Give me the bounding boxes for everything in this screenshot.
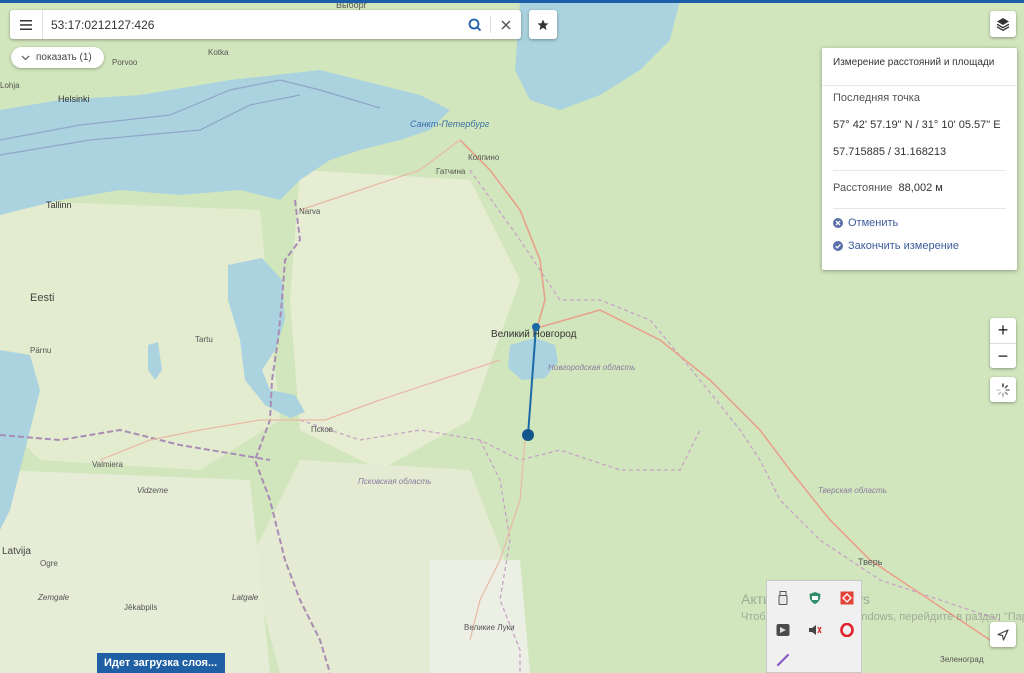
last-point-decimal: 57.715885 / 31.168213 <box>833 146 947 158</box>
label-gatchina: Гатчина <box>436 167 466 176</box>
layer-loading-status: Идет загрузка слоя... <box>97 653 225 673</box>
layers-button[interactable] <box>990 11 1016 37</box>
zoom-out-button[interactable]: − <box>990 344 1016 369</box>
label-kolpino: Колпино <box>468 153 500 162</box>
label-pskov: Псков <box>311 425 333 434</box>
last-point-dms: 57° 42' 57.19" N / 31° 10' 05.57" E <box>833 119 1001 131</box>
label-tver: Тверь <box>858 557 883 567</box>
tray-app-icon[interactable] <box>772 619 794 641</box>
show-results-button[interactable]: показать (1) <box>11 47 104 68</box>
measure-panel-title: Измерение расстояний и площади <box>822 48 1017 86</box>
label-parnu: Pärnu <box>30 346 51 355</box>
system-tray-overflow <box>766 580 862 673</box>
clear-button[interactable] <box>491 10 521 39</box>
menu-button[interactable] <box>10 10 43 39</box>
distance-label: Расстояние <box>833 182 893 194</box>
divider <box>833 208 1006 209</box>
label-tallinn: Tallinn <box>46 200 72 210</box>
chevron-down-icon <box>21 55 30 60</box>
last-point-label: Последняя точка <box>833 92 920 104</box>
tray-usb-icon[interactable] <box>772 587 794 609</box>
spinner-icon <box>996 382 1010 397</box>
label-eesti: Eesti <box>30 292 54 304</box>
finish-measure-button[interactable]: Закончить измерение <box>833 240 959 252</box>
label-lohja: Lohja <box>0 81 20 90</box>
measure-panel: Измерение расстояний и площади Последняя… <box>822 48 1017 270</box>
label-narva: Narva <box>299 207 321 216</box>
search-icon <box>468 18 482 31</box>
label-spb: Санкт-Петербург <box>410 119 490 129</box>
layers-icon <box>996 18 1010 31</box>
search-input[interactable] <box>43 11 460 38</box>
label-novgorod-obl: Новгородская область <box>548 363 635 372</box>
label-tartu: Tartu <box>195 335 213 344</box>
star-icon <box>537 19 549 30</box>
tray-shield-icon[interactable] <box>804 587 826 609</box>
tray-volume-icon[interactable] <box>804 619 826 641</box>
label-ogre: Ogre <box>40 559 58 568</box>
search-bar <box>10 10 521 39</box>
menu-icon <box>20 19 32 30</box>
distance-row: Расстояние 88,002 м <box>833 182 943 194</box>
label-porvoo: Porvoo <box>112 58 138 67</box>
farmland-area <box>430 560 530 673</box>
label-latvija: Latvija <box>2 546 31 557</box>
label-helsinki: Helsinki <box>58 94 90 104</box>
label-zelenograd: Зеленоград <box>940 655 984 664</box>
distance-value: 88,002 м <box>898 182 943 194</box>
navigation-arrow-icon <box>997 628 1009 641</box>
farmland-area <box>0 200 280 470</box>
loading-spinner-button[interactable] <box>990 377 1016 402</box>
tray-anydesk-icon[interactable] <box>836 587 858 609</box>
cancel-icon <box>833 218 843 228</box>
divider <box>833 170 1006 171</box>
label-zemgale: Zemgale <box>37 593 70 602</box>
tray-pen-icon[interactable] <box>772 649 794 671</box>
close-icon <box>501 20 511 29</box>
navigation-button[interactable] <box>990 622 1016 647</box>
label-valmiera: Valmiera <box>92 460 124 469</box>
label-vluki: Великие Луки <box>464 623 515 632</box>
cancel-measure-label: Отменить <box>848 217 899 229</box>
label-pskov-obl: Псковская область <box>358 477 431 486</box>
top-accent-strip <box>0 0 1024 3</box>
zoom-in-button[interactable]: + <box>990 318 1016 344</box>
label-tver-obl: Тверская область <box>818 486 887 495</box>
finish-measure-label: Закончить измерение <box>848 240 960 252</box>
favorites-button[interactable] <box>529 10 557 39</box>
label-novgorod: Великий Новгород <box>491 329 577 340</box>
label-latgale: Latgale <box>232 593 259 602</box>
zoom-control: + − <box>990 318 1016 368</box>
measurement-end-point[interactable] <box>522 429 534 441</box>
check-circle-icon <box>833 241 843 251</box>
label-kotka: Kotka <box>208 48 229 57</box>
show-results-label: показать (1) <box>36 52 92 63</box>
cancel-measure-button[interactable]: Отменить <box>833 217 898 229</box>
label-vidzeme: Vidzeme <box>137 486 169 495</box>
farmland-area <box>0 470 270 673</box>
tray-opera-icon[interactable] <box>836 619 858 641</box>
search-button[interactable] <box>460 10 490 39</box>
label-jekabpils: Jēkabpils <box>124 603 157 612</box>
